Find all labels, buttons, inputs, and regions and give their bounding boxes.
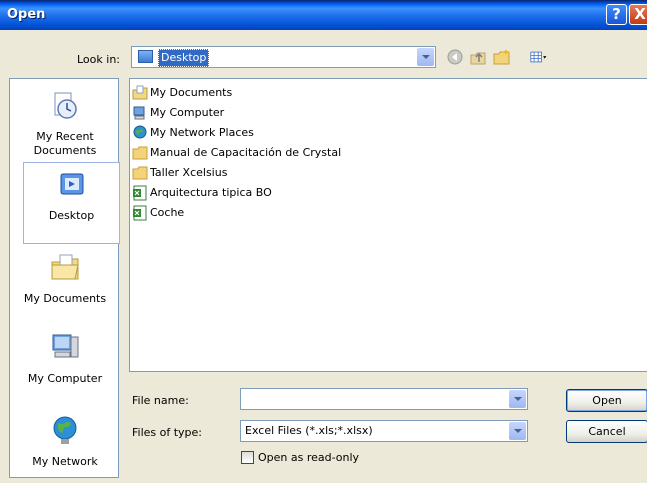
place-recent-documents[interactable]: My Recent Documents [13, 89, 117, 158]
look-in-label: Look in: [77, 53, 120, 66]
my-computer-icon [133, 106, 145, 120]
my-documents-icon [51, 254, 79, 280]
views-menu-icon[interactable] [530, 48, 548, 66]
desktop-icon [138, 50, 153, 63]
my-computer-icon [52, 334, 79, 358]
chevron-down-icon[interactable] [417, 48, 434, 66]
file-type-value: Excel Files (*.xls;*.xlsx) [245, 424, 373, 437]
desktop-icon [60, 173, 83, 195]
read-only-label: Open as read-only [258, 451, 360, 464]
folder-icon [132, 166, 148, 180]
place-my-network[interactable]: My Network [13, 414, 117, 469]
place-label: My Recent Documents [33, 130, 97, 157]
close-button[interactable]: X [629, 4, 647, 25]
file-name: My Documents [150, 86, 233, 99]
file-name: Manual de Capacitación de Crystal [150, 146, 342, 159]
cancel-button[interactable]: Cancel [566, 420, 647, 443]
look-in-dropdown[interactable]: Desktop [131, 46, 436, 68]
title-bar[interactable]: Open ? X [0, 0, 647, 30]
folder-icon [132, 146, 148, 160]
places-bar: My Recent Documents Desktop My Documents [9, 78, 120, 478]
up-folder-icon[interactable] [469, 48, 487, 66]
place-my-computer[interactable]: My Computer [13, 331, 117, 386]
file-type-dropdown[interactable]: Excel Files (*.xls;*.xlsx) [240, 420, 528, 442]
place-desktop[interactable]: Desktop [23, 162, 120, 244]
place-label: Desktop [48, 209, 95, 222]
file-type-label: Files of type: [132, 426, 203, 439]
help-button[interactable]: ? [606, 4, 627, 25]
file-name: Coche [150, 206, 185, 219]
look-in-value: Desktop [158, 49, 210, 67]
place-label: My Network [32, 455, 98, 468]
place-label: My Computer [27, 372, 103, 385]
place-my-documents[interactable]: My Documents [13, 251, 117, 306]
file-name: My Computer [150, 106, 225, 119]
place-label: My Documents [23, 292, 107, 305]
open-dialog: Open ? X Look in: Desktop My Recent Docu… [0, 0, 647, 483]
my-documents-icon [132, 85, 148, 100]
window-title: Open [7, 7, 46, 22]
file-name: Arquitectura tipica BO [150, 186, 272, 199]
network-places-icon [133, 125, 147, 139]
back-icon[interactable] [446, 48, 464, 66]
chevron-down-icon[interactable] [509, 390, 526, 408]
chevron-down-icon[interactable] [509, 422, 526, 440]
read-only-checkbox[interactable] [241, 451, 254, 464]
new-folder-icon[interactable] [493, 48, 511, 66]
file-name: Taller Xcelsius [150, 166, 228, 179]
my-network-icon [53, 416, 77, 444]
excel-file-icon [133, 185, 147, 201]
file-name: My Network Places [150, 126, 254, 139]
excel-file-icon [133, 205, 147, 221]
file-name-label: File name: [132, 394, 189, 407]
recent-documents-icon [54, 92, 77, 119]
open-button[interactable]: Open [566, 389, 647, 412]
file-list[interactable]: My Documents My Computer My Network Plac… [129, 78, 647, 372]
file-name-input[interactable] [240, 388, 528, 410]
